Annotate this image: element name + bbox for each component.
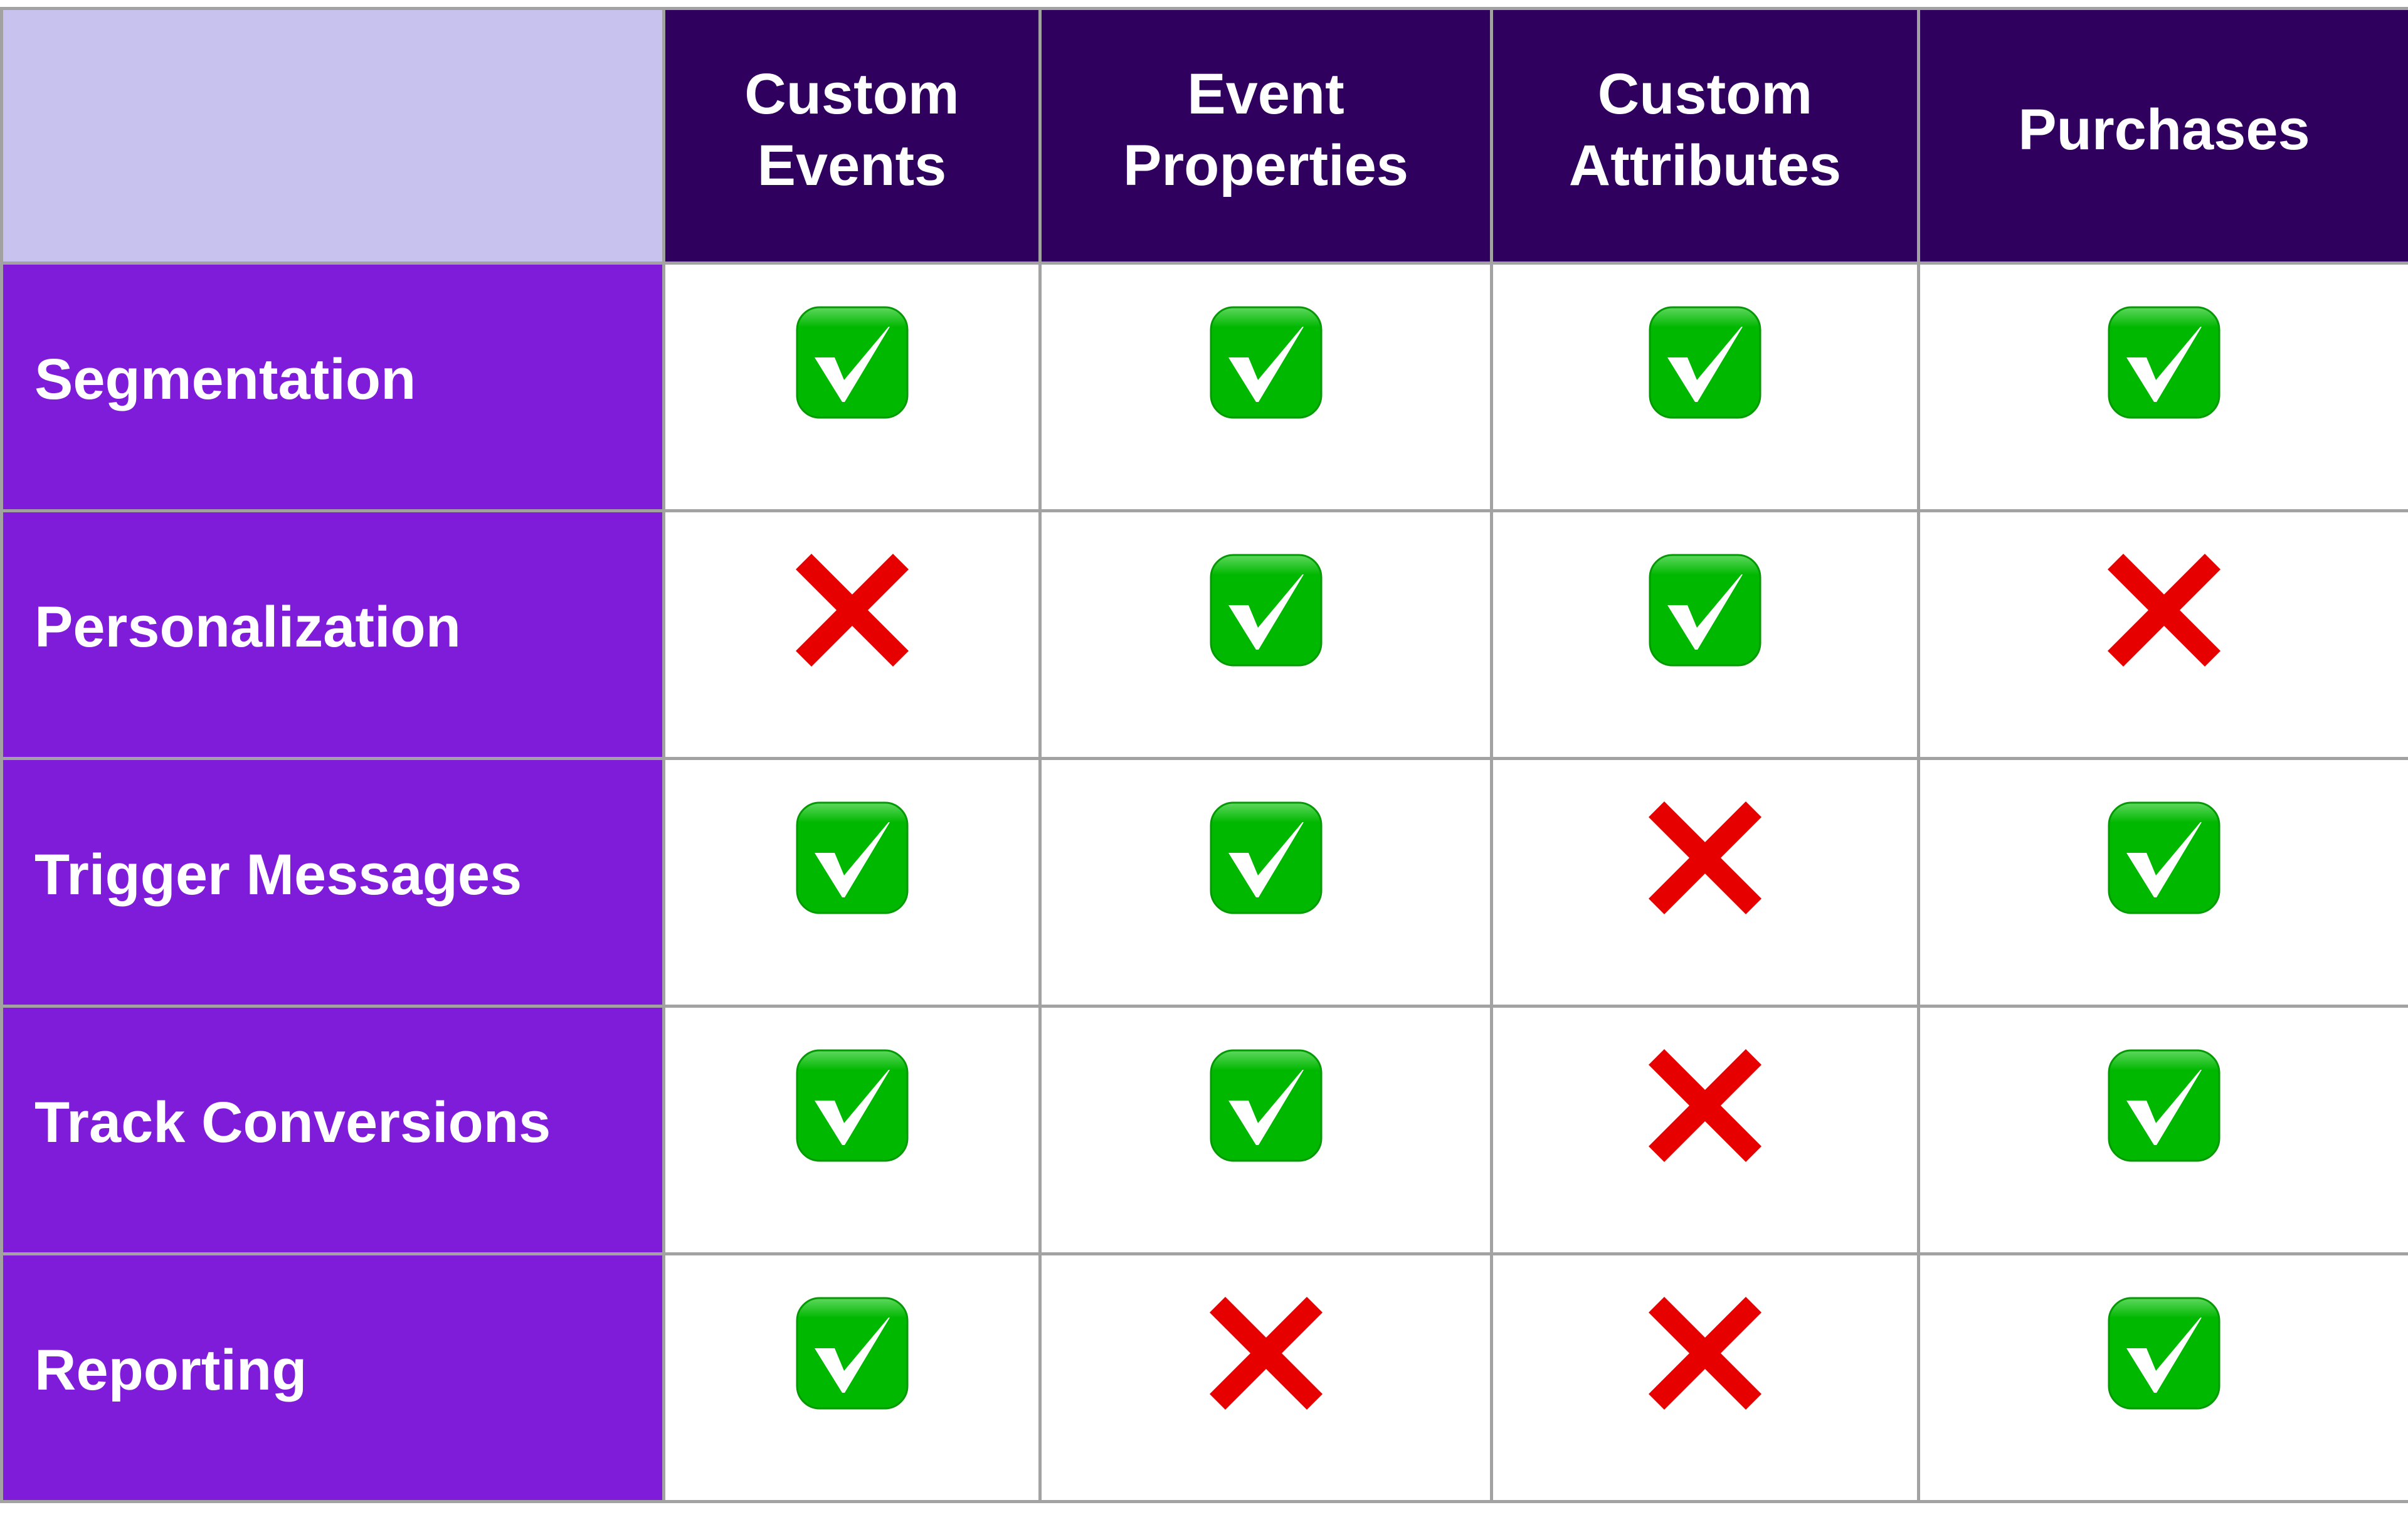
cross-icon: [1649, 1297, 1761, 1410]
table-cell: [1917, 261, 2408, 512]
table-cell: [1917, 1005, 2408, 1255]
check-icon: [796, 801, 909, 914]
check-icon: [796, 1297, 909, 1410]
column-header-purchases: Purchases: [1917, 7, 2408, 265]
table-cell: [1490, 261, 1920, 512]
table-cell: [662, 757, 1042, 1008]
corner-cell: [0, 7, 665, 265]
header-row: Custom Events Event Properties Custom At…: [0, 7, 2408, 265]
table-row: Segmentation: [0, 261, 2408, 512]
table-cell: [662, 261, 1042, 512]
table-row: Personalization: [0, 509, 2408, 760]
check-icon: [796, 306, 909, 419]
check-icon: [2108, 801, 2221, 914]
check-icon: [796, 1049, 909, 1162]
row-header-trigger-messages: Trigger Messages: [0, 757, 665, 1008]
table-cell: [1490, 757, 1920, 1008]
table-cell: [1917, 1252, 2408, 1503]
check-icon: [2108, 306, 2221, 419]
row-header-personalization: Personalization: [0, 509, 665, 760]
column-header-custom-events: Custom Events: [662, 7, 1042, 265]
table-cell: [662, 1005, 1042, 1255]
check-icon: [2108, 1297, 2221, 1410]
table-cell: [662, 509, 1042, 760]
cross-icon: [1649, 801, 1761, 914]
cross-icon: [1209, 1297, 1323, 1410]
table-cell: [1490, 1005, 1920, 1255]
table-cell: [1917, 509, 2408, 760]
column-header-custom-attributes: Custom Attributes: [1490, 7, 1920, 265]
cross-icon: [795, 554, 909, 667]
table-cell: [662, 1252, 1042, 1503]
table-cell: [1038, 757, 1493, 1008]
table-cell: [1490, 509, 1920, 760]
column-header-event-properties: Event Properties: [1038, 7, 1493, 265]
table-cell: [1038, 1005, 1493, 1255]
check-icon: [1649, 554, 1761, 667]
table-row: Track Conversions: [0, 1005, 2408, 1255]
cross-icon: [1649, 1049, 1761, 1162]
check-icon: [1210, 1049, 1323, 1162]
feature-comparison-table: Custom Events Event Properties Custom At…: [0, 7, 2408, 1503]
table-cell: [1038, 261, 1493, 512]
row-header-reporting: Reporting: [0, 1252, 665, 1503]
table-row: Trigger Messages: [0, 757, 2408, 1008]
check-icon: [1649, 306, 1761, 419]
table-cell: [1917, 757, 2408, 1008]
check-icon: [1210, 306, 1323, 419]
row-header-track-conversions: Track Conversions: [0, 1005, 665, 1255]
table-cell: [1490, 1252, 1920, 1503]
check-icon: [2108, 1049, 2221, 1162]
check-icon: [1210, 801, 1323, 914]
table-row: Reporting: [0, 1252, 2408, 1503]
cross-icon: [2108, 554, 2221, 667]
check-icon: [1210, 554, 1323, 667]
table-cell: [1038, 1252, 1493, 1503]
row-header-segmentation: Segmentation: [0, 261, 665, 512]
table-cell: [1038, 509, 1493, 760]
